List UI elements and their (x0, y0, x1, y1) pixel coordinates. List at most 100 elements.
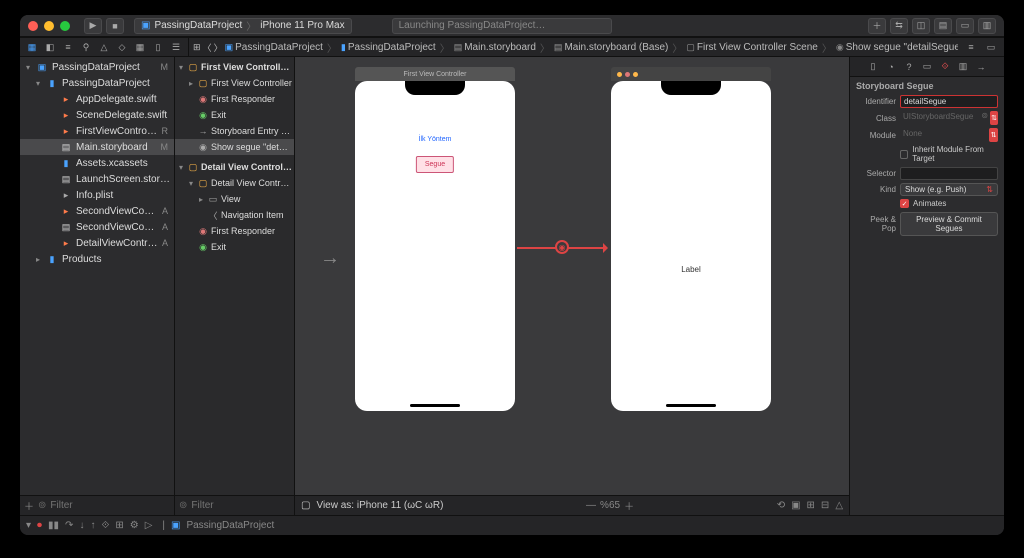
test-tab-icon[interactable]: ◇ (114, 40, 130, 54)
selector-field[interactable] (900, 167, 998, 180)
forward-button[interactable]: 〉 (214, 39, 223, 55)
class-dropdown-icon[interactable]: ⊚ (981, 111, 988, 125)
vc2-uilabel[interactable]: Label (611, 265, 771, 274)
crumb-project[interactable]: PassingDataProject (235, 42, 323, 53)
nav-file-main-storyboard[interactable]: ▤ Main.storyboard M (20, 139, 174, 155)
breakpoints-toggle-icon[interactable]: ⏺ (37, 520, 42, 531)
editor-options-button[interactable]: ⇆ (890, 18, 908, 34)
entry-arrow-icon[interactable]: → (320, 247, 340, 270)
connections-inspector-tab-icon[interactable]: → (973, 60, 989, 74)
vc2-title-bar[interactable] (611, 67, 771, 81)
adjust-editor-icon[interactable]: ▭ (982, 39, 1000, 55)
toggle-insp-button[interactable]: ▥ (978, 18, 996, 34)
resolve-icon[interactable]: △ (835, 500, 843, 511)
crumb-segue[interactable]: Show segue "detailSegue" to "Detail View… (846, 42, 958, 53)
nav-file-assets[interactable]: ▮ Assets.xcassets (20, 155, 174, 171)
embed-icon[interactable]: ▣ (791, 500, 800, 511)
nav-file-secondvc[interactable]: ▸ SecondViewController.swift A (20, 203, 174, 219)
vc1-view[interactable]: İlk Yöntem Segue (355, 81, 515, 411)
stop-button[interactable]: ■ (106, 18, 124, 34)
minimize-window-icon[interactable] (44, 21, 54, 31)
outline-tree[interactable]: ▾▢ First View Controller Sc… ▸▢ First Vi… (175, 57, 294, 495)
nav-file-secondxib[interactable]: ▤ SecondViewController.xib A (20, 219, 174, 235)
pin-icon[interactable]: ⊟ (821, 500, 829, 511)
debug-view-icon[interactable]: ⟐ (101, 520, 109, 531)
nav-file-detailvc[interactable]: ▸ DetailViewController.swift A (20, 235, 174, 251)
back-button[interactable]: 〈 (203, 39, 212, 55)
outline-scene2-fr[interactable]: ◉ First Responder (175, 223, 294, 239)
step-over-icon[interactable]: ↷ (65, 520, 73, 531)
peek-pop-button[interactable]: Preview & Commit Segues (900, 212, 998, 236)
memory-graph-icon[interactable]: ⊞ (115, 520, 123, 531)
zoom-out-button[interactable]: — (586, 500, 596, 511)
class-field[interactable]: UIStoryboardSegue (900, 111, 979, 125)
segue-kind-icon[interactable]: ◉ (555, 240, 569, 254)
outline-scene2-navitem[interactable]: 〈 Navigation Item (175, 207, 294, 223)
outline-scene1-fr[interactable]: ◉ First Responder (175, 91, 294, 107)
nav-file-firstvc[interactable]: ▸ FirstViewController.swift R (20, 123, 174, 139)
outline-scene1-entry[interactable]: → Storyboard Entry Point (175, 123, 294, 139)
step-in-icon[interactable]: ↓ (79, 520, 84, 531)
related-items-icon[interactable]: ⊞ (193, 39, 201, 55)
history-inspector-tab-icon[interactable]: ◔ (883, 60, 899, 74)
crumb-group[interactable]: PassingDataProject (348, 42, 436, 53)
inherit-checkbox[interactable] (900, 150, 908, 159)
debug-target-label[interactable]: PassingDataProject (186, 520, 274, 531)
nav-file-info-plist[interactable]: ▸ Info.plist (20, 187, 174, 203)
close-window-icon[interactable] (28, 21, 38, 31)
outline-scene2-view[interactable]: ▸▭ View (175, 191, 294, 207)
crumb-base[interactable]: Main.storyboard (Base) (564, 42, 668, 53)
constraint-update-icon[interactable]: ⟲ (777, 500, 785, 511)
toggle-debug-button[interactable]: ▭ (956, 18, 974, 34)
scheme-selector[interactable]: ▣ PassingDataProject 〉 iPhone 11 Pro Max (134, 18, 352, 34)
attributes-inspector-tab-icon[interactable]: ⟐ (937, 60, 953, 74)
class-stepper[interactable]: ⇅ (990, 111, 998, 125)
nav-file-appdelegate[interactable]: ▸ AppDelegate.swift (20, 91, 174, 107)
size-inspector-tab-icon[interactable]: ▥ (955, 60, 971, 74)
symbol-tab-icon[interactable]: ≡ (60, 40, 76, 54)
outline-scene-1[interactable]: ▾▢ First View Controller Sc… (175, 59, 294, 75)
detail-view-controller[interactable]: Label (611, 67, 771, 411)
outline-scene1-vc[interactable]: ▸▢ First View Controller (175, 75, 294, 91)
outline-scene2-vc[interactable]: ▾▢ Detail View Controller (175, 175, 294, 191)
toggle-nav-button[interactable]: ▤ (934, 18, 952, 34)
vc1-uilabel[interactable]: İlk Yöntem (355, 136, 515, 143)
align-icon[interactable]: ⊞ (807, 500, 815, 511)
nav-project-root[interactable]: ▾▣ PassingDataProject M (20, 59, 174, 75)
breakpoint-tab-icon[interactable]: ▯ (150, 40, 166, 54)
debug-tab-icon[interactable]: ▦ (132, 40, 148, 54)
animates-checkbox-row[interactable]: ✓ Animates (900, 199, 998, 208)
vc2-view[interactable]: Label (611, 81, 771, 411)
help-inspector-tab-icon[interactable]: ? (901, 60, 917, 74)
outline-scene-2[interactable]: ▾▢ Detail View Controller S… (175, 159, 294, 175)
sim-location-icon[interactable]: ▷ (145, 520, 153, 531)
identifier-field[interactable] (900, 95, 998, 108)
zoom-window-icon[interactable] (60, 21, 70, 31)
kind-popup[interactable]: Show (e.g. Push) (900, 183, 998, 196)
crumb-file[interactable]: Main.storyboard (464, 42, 536, 53)
crumb-scene[interactable]: First View Controller Scene (697, 42, 818, 53)
animates-checkbox[interactable]: ✓ (900, 199, 909, 208)
project-navigator-tab-icon[interactable]: ▦ (24, 40, 40, 54)
add-editor-button[interactable]: ＋ (868, 18, 886, 34)
vc1-title-bar[interactable]: First View Controller (355, 67, 515, 81)
navigator-filter-input[interactable] (50, 500, 182, 511)
module-field[interactable]: None (900, 128, 987, 142)
storyboard-canvas[interactable]: → First View Controller İlk Yöntem Segue… (295, 57, 849, 495)
outline-scene1-segue[interactable]: ◉ Show segue "detailSe… (175, 139, 294, 155)
device-config-icon[interactable]: ▢ (301, 500, 310, 511)
report-tab-icon[interactable]: ☰ (168, 40, 184, 54)
file-inspector-tab-icon[interactable]: ▯ (865, 60, 881, 74)
run-button[interactable]: ▶ (84, 18, 102, 34)
navigator-tree[interactable]: ▾▣ PassingDataProject M ▾▮ PassingDataPr… (20, 57, 174, 495)
outline-scene1-exit[interactable]: ◉ Exit (175, 107, 294, 123)
inherit-checkbox-row[interactable]: Inherit Module From Target (900, 145, 998, 163)
vc1-segue-button[interactable]: Segue (416, 156, 454, 173)
step-out-icon[interactable]: ↑ (90, 520, 95, 531)
issue-tab-icon[interactable]: △ (96, 40, 112, 54)
find-tab-icon[interactable]: ⚲ (78, 40, 94, 54)
nav-group-products[interactable]: ▸▮ Products (20, 251, 174, 267)
env-overrides-icon[interactable]: ⚙ (130, 520, 139, 531)
hide-debug-icon[interactable]: ▾ (26, 520, 31, 531)
library-button[interactable]: ◫ (912, 18, 930, 34)
